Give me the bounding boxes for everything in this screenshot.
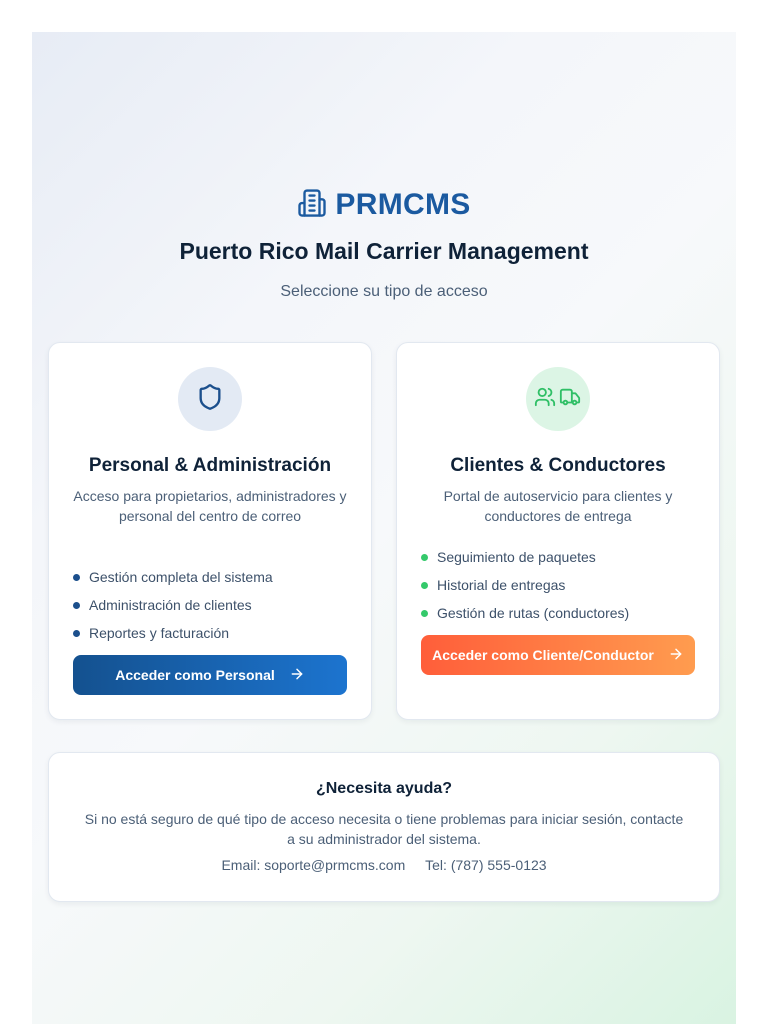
help-card: ¿Necesita ayuda? Si no está seguro de qu… bbox=[48, 752, 720, 902]
feature-item: Gestión completa del sistema bbox=[73, 563, 347, 591]
brand-name: PRMCMS bbox=[335, 188, 471, 221]
building-icon bbox=[297, 188, 327, 223]
brand: PRMCMS bbox=[32, 187, 736, 223]
bullet-dot bbox=[73, 629, 80, 637]
feature-label: Seguimiento de paquetes bbox=[437, 549, 596, 565]
bullet-dot bbox=[421, 609, 428, 617]
bullet-dot bbox=[73, 573, 80, 581]
staff-access-button[interactable]: Acceder como Personal bbox=[73, 655, 347, 695]
client-driver-access-card[interactable]: Clientes & Conductores Portal de autoser… bbox=[396, 342, 720, 720]
feature-item: Seguimiento de paquetes bbox=[421, 543, 695, 571]
page-subtitle: Puerto Rico Mail Carrier Management bbox=[179, 238, 589, 264]
page-background: PRMCMS Puerto Rico Mail Carrier Manageme… bbox=[32, 32, 736, 1024]
staff-card-description: Acceso para propietarios, administradore… bbox=[73, 488, 347, 524]
access-prompt: Seleccione su tipo de acceso bbox=[280, 283, 488, 300]
truck-icon bbox=[558, 386, 582, 413]
client-card-title: Clientes & Conductores bbox=[450, 455, 666, 476]
staff-card-title: Personal & Administración bbox=[88, 455, 332, 476]
arrow-right-icon bbox=[668, 646, 684, 665]
support-email[interactable]: Email: soporte@prmcms.com bbox=[221, 857, 405, 873]
arrow-right-icon bbox=[289, 666, 305, 685]
feature-item: Historial de entregas bbox=[421, 571, 695, 599]
feature-label: Administración de clientes bbox=[89, 597, 252, 613]
help-contact: Email: soporte@prmcms.com Tel: (787) 555… bbox=[49, 857, 719, 873]
client-card-description: Portal de autoservicio para clientes y c… bbox=[443, 488, 673, 524]
staff-feature-list: Gestión completa del sistema Administrac… bbox=[73, 563, 347, 647]
staff-access-card[interactable]: Personal & Administración Acceso para pr… bbox=[48, 342, 372, 720]
bullet-dot bbox=[421, 553, 428, 561]
feature-item: Gestión de rutas (conductores) bbox=[421, 599, 695, 627]
help-title: ¿Necesita ayuda? bbox=[315, 780, 453, 797]
shield-icon bbox=[196, 383, 224, 416]
staff-icon-badge bbox=[178, 367, 242, 431]
feature-label: Gestión completa del sistema bbox=[89, 569, 273, 585]
client-access-button-label: Acceder como Cliente/Conductor bbox=[432, 647, 654, 663]
bullet-dot bbox=[73, 601, 80, 609]
support-phone[interactable]: Tel: (787) 555-0123 bbox=[425, 857, 546, 873]
feature-label: Gestión de rutas (conductores) bbox=[437, 605, 630, 621]
client-driver-access-button[interactable]: Acceder como Cliente/Conductor bbox=[421, 635, 695, 675]
feature-label: Historial de entregas bbox=[437, 577, 566, 593]
header: PRMCMS Puerto Rico Mail Carrier Manageme… bbox=[32, 187, 736, 301]
users-icon bbox=[534, 386, 556, 413]
feature-item: Administración de clientes bbox=[73, 591, 347, 619]
staff-access-button-label: Acceder como Personal bbox=[115, 667, 275, 683]
feature-label: Reportes y facturación bbox=[89, 625, 230, 641]
client-icon-badge bbox=[526, 367, 590, 431]
help-text: Si no está seguro de qué tipo de acceso … bbox=[84, 811, 684, 847]
feature-item: Reportes y facturación bbox=[73, 619, 347, 647]
client-feature-list: Seguimiento de paquetes Historial de ent… bbox=[421, 543, 695, 627]
bullet-dot bbox=[421, 581, 428, 589]
